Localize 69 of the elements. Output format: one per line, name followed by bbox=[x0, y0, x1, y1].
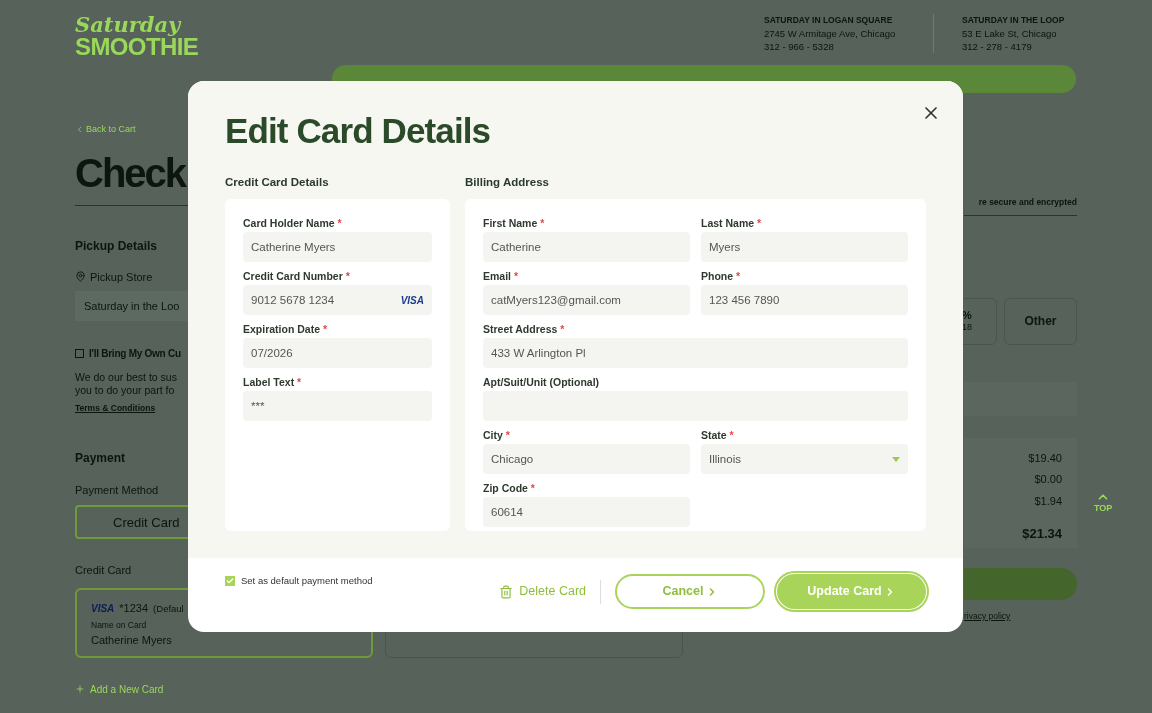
field-label: Zip Code * bbox=[483, 482, 536, 495]
field-label: Label Text * bbox=[243, 376, 303, 389]
default-tag: (Defaul bbox=[153, 601, 184, 616]
section-heading: Billing Address bbox=[465, 175, 550, 190]
modal-title: Edit Card Details bbox=[225, 113, 492, 148]
cardholder-name: Catherine Myers bbox=[91, 633, 173, 648]
plus-icon bbox=[75, 684, 85, 695]
input-field[interactable]: 433 W Arlington Pl bbox=[483, 338, 908, 369]
field-label: Payment Method bbox=[75, 482, 160, 498]
logo-script: Saturday bbox=[75, 14, 183, 35]
dropdown-caret-icon bbox=[892, 456, 900, 462]
input-field[interactable]: catMyers123@gmail.com bbox=[483, 285, 690, 316]
add-card-link[interactable]: Add a New Card bbox=[90, 681, 164, 697]
card-number: *1234 bbox=[119, 600, 149, 616]
field-label: Name on Card bbox=[91, 619, 148, 632]
input-field[interactable]: Myers bbox=[701, 232, 908, 263]
store-name: SATURDAY IN THE LOOP bbox=[962, 14, 1066, 27]
back-icon bbox=[75, 125, 84, 135]
input-field[interactable]: *** bbox=[243, 391, 432, 422]
description-line: you to do your part fo bbox=[75, 384, 176, 397]
card-number-field[interactable]: 9012 5678 1234 VISA bbox=[243, 285, 432, 316]
description-line: We do our best to sus bbox=[75, 371, 178, 384]
input-field[interactable]: Catherine Myers bbox=[243, 232, 432, 263]
total-amount: $21.34 bbox=[1022, 525, 1062, 544]
trash-icon bbox=[499, 584, 514, 599]
input-field[interactable]: 123 456 7890 bbox=[701, 285, 908, 316]
field-label: Last Name * bbox=[701, 217, 763, 230]
checkbox-label: Set as default payment method bbox=[241, 574, 373, 588]
field-label: Apt/Suit/Unit (Optional) bbox=[483, 376, 601, 389]
input-field[interactable] bbox=[964, 381, 1077, 416]
pin-icon bbox=[75, 271, 86, 283]
place-order-button[interactable] bbox=[964, 567, 1077, 600]
field-label: Email * bbox=[483, 270, 520, 283]
input-field[interactable]: 07/2026 bbox=[243, 338, 432, 369]
logo-wordmark: SMOOTHIE bbox=[75, 35, 200, 59]
field-label: Credit Card bbox=[75, 563, 133, 579]
page-title: Check bbox=[75, 152, 187, 193]
section-heading: Payment bbox=[75, 449, 127, 467]
store-address: 2745 W Armitage Ave, Chicago bbox=[764, 27, 897, 40]
store-phone: 312 - 966 - 5328 bbox=[764, 40, 835, 53]
field-label: First Name * bbox=[483, 217, 546, 230]
visa-logo: VISA bbox=[91, 601, 115, 616]
checkbox-label: I'll Bring My Own Cu bbox=[89, 347, 181, 361]
section-heading: Pickup Details bbox=[75, 237, 159, 255]
store-address: 53 E Lake St, Chicago bbox=[962, 27, 1058, 40]
back-link[interactable]: Back to Cart bbox=[86, 123, 136, 137]
input-field[interactable]: 60614 bbox=[483, 497, 690, 528]
field-label: Pickup Store bbox=[90, 269, 153, 285]
field-label: Street Address * bbox=[483, 323, 566, 336]
state-dropdown[interactable]: Illinois bbox=[701, 444, 908, 475]
input-field[interactable]: Catherine bbox=[483, 232, 690, 263]
field-label: City * bbox=[483, 429, 511, 442]
store-phone: 312 - 278 - 4179 bbox=[962, 40, 1033, 53]
field-label: Expiration Date * bbox=[243, 323, 329, 336]
field-label: State * bbox=[701, 429, 735, 442]
section-heading: Credit Card Details bbox=[225, 175, 330, 190]
summary-amount: $19.40 bbox=[1028, 450, 1062, 466]
summary-amount: $1.94 bbox=[1034, 493, 1062, 509]
summary-amount: $0.00 bbox=[1034, 472, 1062, 488]
input-field[interactable]: Chicago bbox=[483, 444, 690, 475]
field-label: Card Holder Name * bbox=[243, 217, 343, 230]
checkbox[interactable] bbox=[225, 576, 235, 587]
store-name: SATURDAY IN LOGAN SQUARE bbox=[764, 14, 894, 27]
field-label: Phone * bbox=[701, 270, 742, 283]
field-label: Credit Card Number * bbox=[243, 270, 351, 283]
secure-note: re secure and encrypted bbox=[978, 196, 1077, 209]
visa-logo: VISA bbox=[400, 293, 424, 308]
back-to-top-button[interactable]: TOP bbox=[1094, 490, 1113, 513]
checkbox[interactable] bbox=[75, 349, 84, 358]
